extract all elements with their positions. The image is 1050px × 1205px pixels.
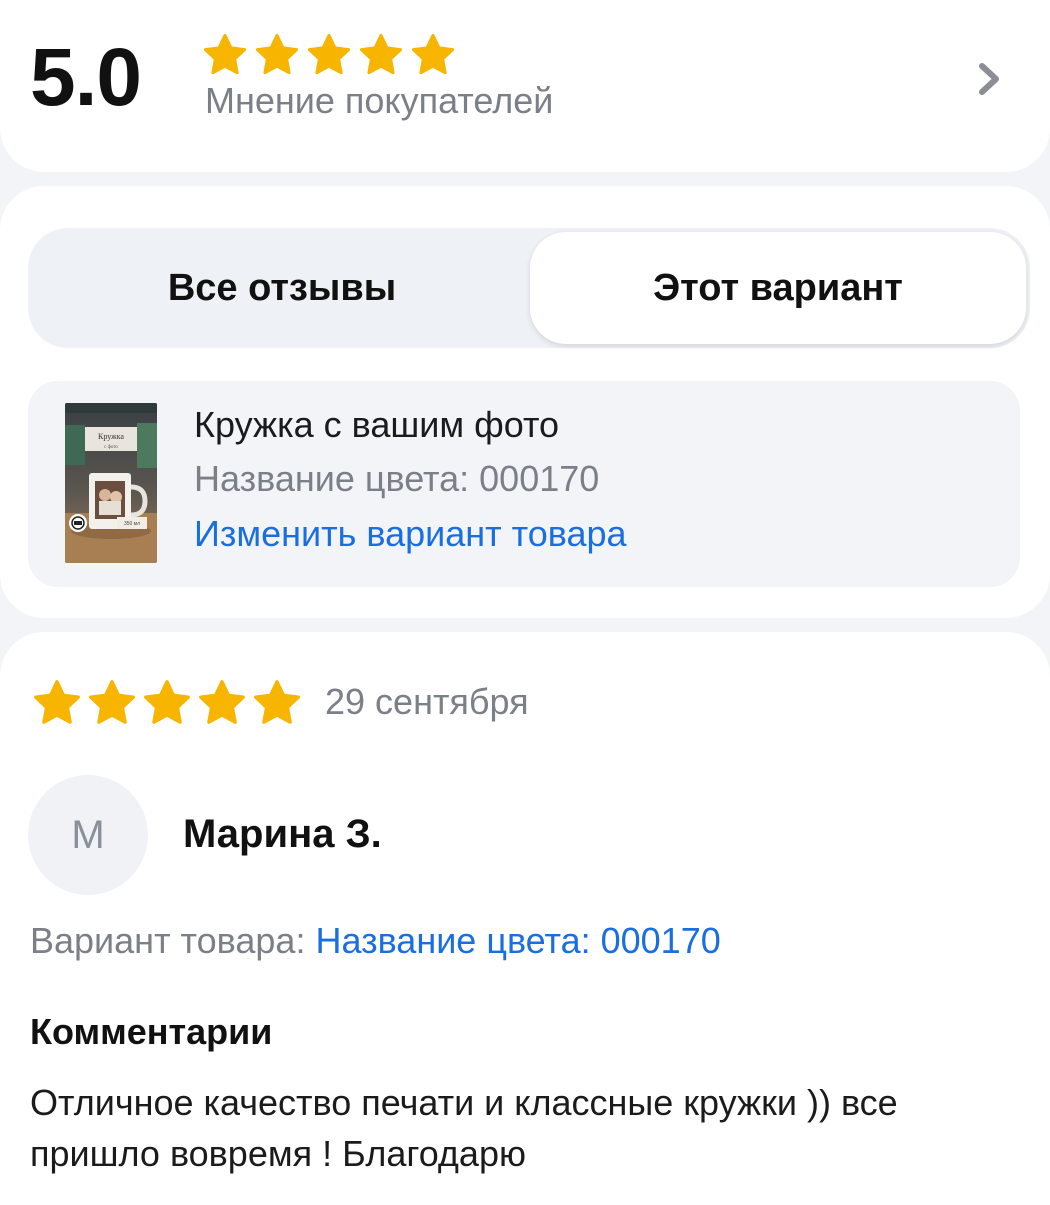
- average-rating: 5.0: [30, 32, 142, 123]
- rating-summary-card[interactable]: 5.0 Мнение покупателей: [0, 0, 1050, 172]
- star-icon: [142, 678, 192, 728]
- thumbnail-caption: Кружка: [98, 432, 124, 441]
- star-icon: [87, 678, 137, 728]
- star-icon: [197, 678, 247, 728]
- avatar[interactable]: M: [28, 775, 148, 895]
- review-date: 29 сентября: [325, 681, 529, 722]
- star-icon: [202, 32, 248, 78]
- change-variant-link[interactable]: Изменить вариант товара: [194, 512, 627, 556]
- star-icon: [252, 678, 302, 728]
- rating-stars: [202, 32, 462, 78]
- review-comment: Отличное качество печати и классные круж…: [30, 1082, 898, 1174]
- star-icon: [306, 32, 352, 78]
- star-icon: [410, 32, 456, 78]
- thumbnail-volume: 350 мл: [124, 521, 140, 527]
- product-thumbnail[interactable]: Кружка с фото 350 мл: [65, 403, 157, 563]
- variant-card: Все отзывы Этот вариант Кружка с фото 35…: [0, 186, 1050, 618]
- review-variant-label: Вариант товара:: [30, 920, 316, 961]
- comments-heading: Комментарии: [30, 1011, 273, 1052]
- review-variant-link[interactable]: Название цвета: 000170: [315, 920, 720, 961]
- review-variant: Вариант товара: Название цвета: 000170: [30, 919, 721, 963]
- tab-all-reviews[interactable]: Все отзывы: [32, 232, 532, 344]
- product-variant-box: Кружка с фото 350 мл Кружка с вашим фото…: [28, 381, 1020, 587]
- rating-subtitle: Мнение покупателей: [205, 80, 554, 121]
- review-card: 29 сентября M Марина З. Вариант товара: …: [0, 632, 1050, 1205]
- chevron-right-icon[interactable]: [974, 60, 1004, 98]
- review-filter-tabs: Все отзывы Этот вариант: [28, 228, 1030, 348]
- review-stars: [32, 678, 307, 728]
- star-icon: [32, 678, 82, 728]
- product-color: Название цвета: 000170: [194, 458, 600, 499]
- star-icon: [254, 32, 300, 78]
- product-title: Кружка с вашим фото: [194, 404, 560, 445]
- review-author[interactable]: Марина З.: [183, 810, 382, 858]
- thumbnail-small-caption: с фото: [104, 445, 118, 450]
- tab-this-variant[interactable]: Этот вариант: [530, 232, 1026, 344]
- star-icon: [358, 32, 404, 78]
